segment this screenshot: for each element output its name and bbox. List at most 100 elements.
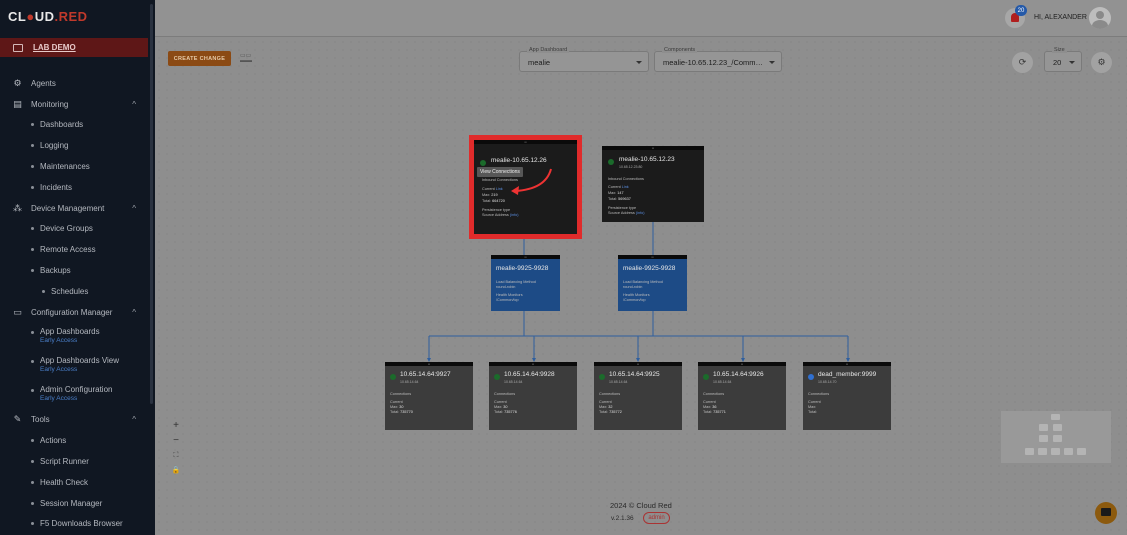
zoom-controls: + − ⛶ 🔒 (169, 418, 183, 478)
pool-member-node-4[interactable]: ▪▪ 10.65.14.64:9926 10.65.14.64 Connections… (698, 362, 786, 430)
device-management-icon: ⁂ (13, 202, 22, 213)
inbound-connections-label[interactable]: Inbound Connections (608, 177, 644, 181)
status-up-icon (608, 159, 614, 165)
sidebar-item-label: Device Groups (40, 224, 93, 234)
bullet-icon (31, 227, 34, 231)
node-title: 10.65.14.64:9925 (609, 371, 660, 378)
role-badge: admin (643, 512, 670, 524)
lb-method-value: round-robin (496, 285, 516, 289)
logo-cloud-icon: ● (26, 9, 35, 24)
node-subtitle: 10.65.14.64 (609, 380, 628, 384)
bullet-icon (31, 185, 34, 189)
minimap-node (1053, 424, 1062, 431)
sidebar-section-device-management[interactable]: ⁂ Device Management ^ (0, 198, 148, 219)
notifications-button[interactable]: 20 (1005, 5, 1027, 28)
connections-label[interactable]: Connections (808, 392, 829, 396)
status-icon (703, 374, 709, 380)
brand-logo[interactable]: CL●UD.RED (8, 9, 88, 24)
sidebar-item-label: Dashboards (40, 120, 84, 130)
annotation-arrow-icon (511, 168, 552, 195)
current-link[interactable]: Link (622, 185, 629, 189)
sidebar-item-f5-downloads-browser[interactable]: F5 Downloads Browser (0, 514, 148, 535)
sidebar-item-logging[interactable]: Logging (0, 135, 148, 156)
sidebar-item-session-manager[interactable]: Session Manager (0, 493, 148, 514)
sidebar-item-device-groups[interactable]: Device Groups (0, 219, 148, 240)
sidebar-item-label: F5 Downloads Browser (40, 519, 123, 529)
bullet-icon (31, 388, 34, 392)
connections-label[interactable]: Connections (390, 392, 411, 396)
minimap-node (1064, 448, 1073, 455)
current-label: Current (608, 185, 621, 189)
persistence-label: Persistence type (608, 206, 637, 210)
total-value: 569637 (618, 197, 631, 201)
connections-label[interactable]: Connections (703, 392, 724, 396)
logo-text-c: .RED (54, 9, 88, 24)
pool-member-node-3[interactable]: ▪▪ 10.65.14.64:9925 10.65.14.64 Connections… (594, 362, 682, 430)
zoom-out-button[interactable]: − (169, 433, 183, 448)
sidebar-item-app-dashboards-view[interactable]: App Dashboards View Early Access (0, 352, 148, 381)
monitoring-icon: ▤ (13, 98, 22, 109)
minimap[interactable] (1001, 411, 1111, 463)
sidebar-item-health-check[interactable]: Health Check (0, 472, 148, 493)
sidebar-item-remote-access[interactable]: Remote Access (0, 239, 148, 260)
sidebar-item-dashboards[interactable]: Dashboards (0, 115, 148, 136)
avatar[interactable] (1089, 7, 1111, 29)
chevron-up-icon[interactable]: ^ (132, 100, 136, 109)
pool-member-node-1[interactable]: ▪▪ 10.65.14.64:9927 10.65.14.64 Connections… (385, 362, 473, 430)
node-title: mealie-10.65.12.23 (619, 156, 675, 163)
fit-view-button[interactable]: ⛶ (169, 448, 183, 463)
sidebar-item-lab-demo[interactable]: LAB DEMO (0, 38, 148, 57)
sidebar-section-tools[interactable]: ✎ Tools ^ (0, 410, 148, 431)
lb-method-label: Load Balancing Method (496, 280, 536, 284)
pool-member-node-2[interactable]: ▪▪ 10.65.14.64:9928 10.65.14.64 Connections… (489, 362, 577, 430)
sidebar-item-app-dashboards[interactable]: App Dashboards Early Access (0, 323, 148, 352)
chat-button[interactable] (1095, 502, 1117, 524)
max-label: Max: (599, 405, 608, 409)
node-title: mealie-9925-9928 (623, 265, 676, 272)
health-monitors-value: /Common/tcp (623, 298, 646, 302)
configuration-manager-icon: ▭ (13, 306, 22, 317)
zoom-in-button[interactable]: + (169, 418, 183, 433)
bullet-icon (31, 165, 34, 169)
sidebar-item-actions[interactable]: Actions (0, 430, 148, 451)
logo-text-b: UD (34, 9, 55, 24)
lb-method-label: Load Balancing Method (623, 280, 663, 284)
minimap-node (1077, 448, 1086, 455)
node-header: ▪▪ (618, 255, 687, 259)
max-value: 30 (503, 405, 508, 409)
topology-canvas[interactable]: CREATE CHANGE ▭▭ ▬▬ App Dashboard mealie … (155, 38, 1127, 535)
current-label: Current (599, 400, 612, 404)
early-access-tag: Early Access (40, 336, 78, 344)
pool-member-node-5[interactable]: ▪▪ dead_member:9999 10.65.14.70 Connections… (803, 362, 891, 430)
sidebar-section-configuration-manager[interactable]: ▭ Configuration Manager ^ (0, 302, 148, 323)
lock-button[interactable]: 🔒 (169, 463, 183, 478)
sidebar-section-monitoring[interactable]: ▤ Monitoring ^ (0, 94, 148, 115)
chevron-up-icon[interactable]: ^ (132, 204, 136, 213)
footer-copyright: 2024 © Cloud Red (610, 501, 672, 510)
connections-label[interactable]: Connections (494, 392, 515, 396)
max-value: 147 (617, 191, 624, 195)
virtual-server-node-2[interactable]: ▪▪ mealie-10.65.12.23 10.65.12.23:80 Inb… (602, 146, 704, 222)
pool-node-2[interactable]: ▪▪ mealie-9925-9928 Load Balancing Metho… (618, 255, 687, 311)
chevron-up-icon[interactable]: ^ (132, 308, 136, 317)
avatar-head-icon (1096, 11, 1104, 19)
sidebar-item-script-runner[interactable]: Script Runner (0, 451, 148, 472)
sidebar-item-schedules[interactable]: Schedules (0, 281, 148, 302)
total-label: Total: (808, 410, 818, 414)
sidebar-scrollbar[interactable] (150, 4, 153, 404)
source-address-label: Source Address (608, 211, 635, 215)
minimap-node (1025, 448, 1034, 455)
total-label: Total: (390, 410, 400, 414)
sidebar-item-admin-configuration[interactable]: Admin Configuration Early Access (0, 381, 148, 410)
max-value: 36 (712, 405, 717, 409)
chevron-up-icon[interactable]: ^ (132, 415, 136, 424)
pool-node-1[interactable]: ▪▪ mealie-9925-9928 Load Balancing Metho… (491, 255, 560, 311)
sidebar-item-label: Schedules (51, 286, 89, 296)
sidebar-item-incidents[interactable]: Incidents (0, 177, 148, 198)
source-info-link[interactable]: (info) (636, 211, 645, 215)
sidebar-section-agents[interactable]: ⚙ Agents (0, 73, 148, 94)
sidebar-item-label: Incidents (40, 182, 73, 192)
sidebar-item-backups[interactable]: Backups (0, 260, 148, 281)
sidebar-item-maintenances[interactable]: Maintenances (0, 156, 148, 177)
connections-label[interactable]: Connections (599, 392, 620, 396)
